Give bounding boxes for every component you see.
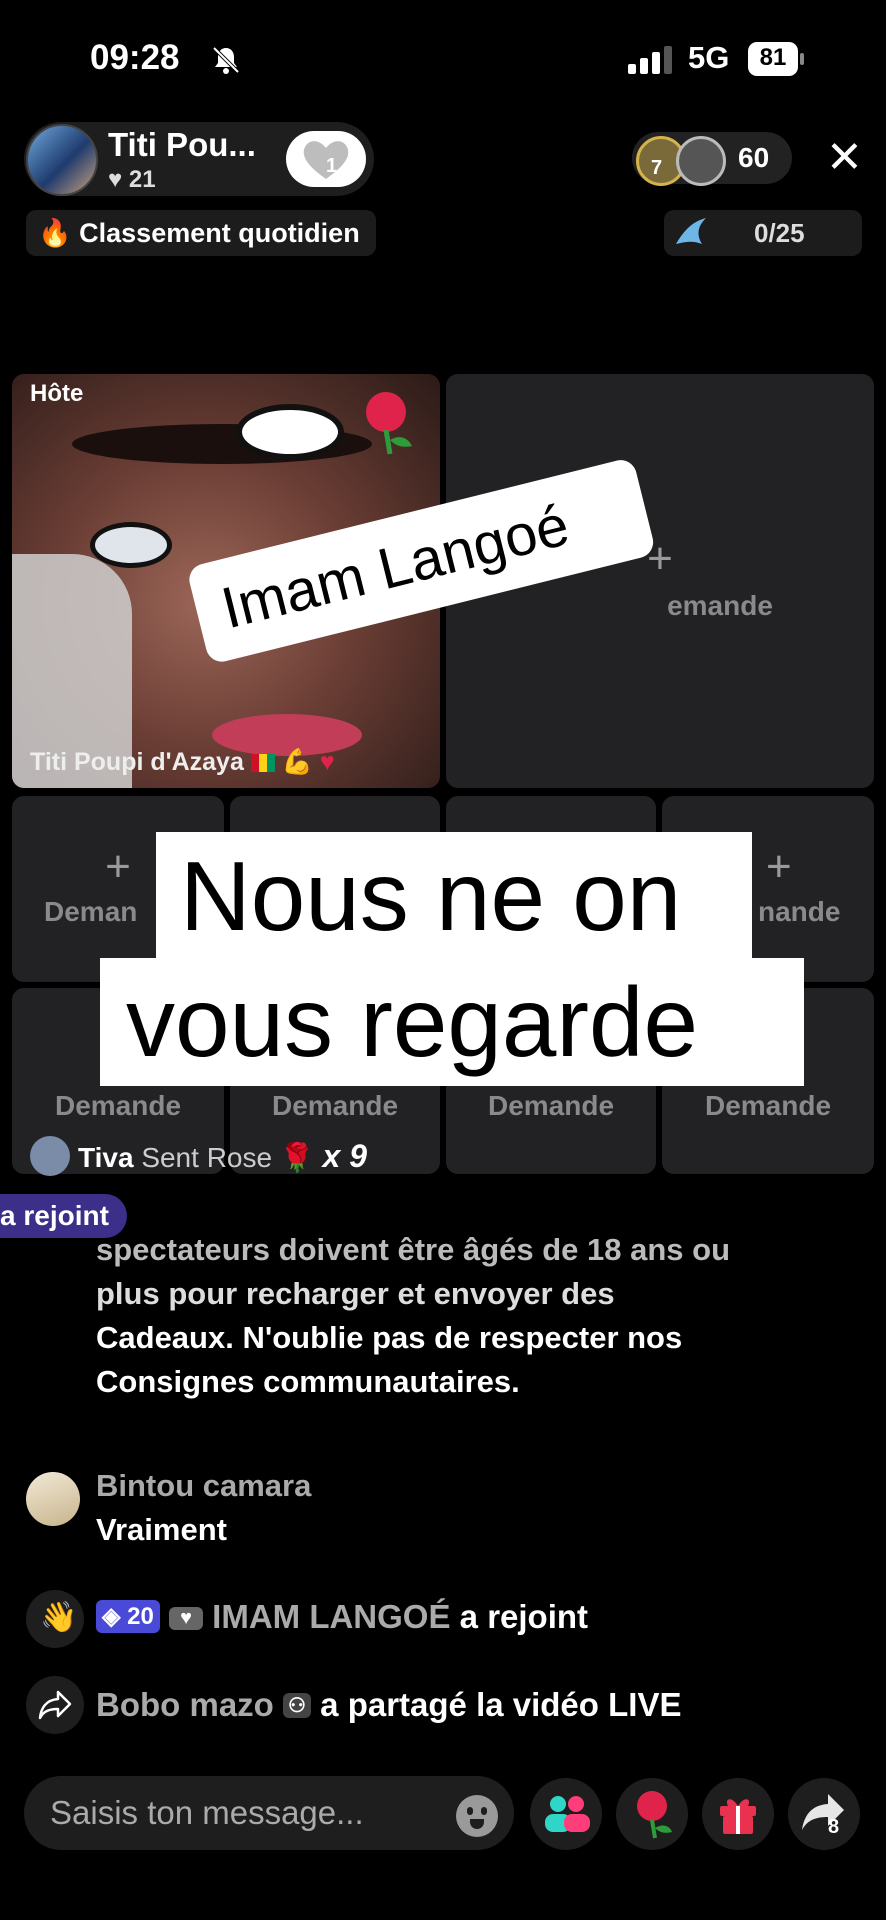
network-type: 5G bbox=[688, 40, 730, 75]
fan-badge-icon: ♥ bbox=[169, 1607, 203, 1630]
emoji-icon[interactable] bbox=[456, 1795, 498, 1837]
flag-icon bbox=[250, 754, 275, 772]
heart-icon: ♥ bbox=[108, 166, 123, 193]
caption-line-2: vous regarde bbox=[100, 958, 804, 1086]
wave-icon: 👋 bbox=[40, 1601, 78, 1634]
join-action: a rejoint bbox=[459, 1598, 589, 1635]
battery-level: 81 bbox=[759, 44, 787, 71]
gift-action: Sent Rose bbox=[141, 1142, 273, 1173]
goal-progress: 0/25 bbox=[754, 218, 805, 248]
share-action: a partagé la vidéo LIVE bbox=[320, 1686, 682, 1723]
signal-icon bbox=[628, 46, 672, 74]
host-name: Titi Pou... bbox=[108, 126, 256, 163]
heart-icon: ♥ bbox=[319, 748, 335, 776]
friends-badge-icon: ⚇ bbox=[283, 1693, 311, 1718]
share-user[interactable]: Bobo mazo bbox=[96, 1686, 274, 1723]
invite-guests-button[interactable] bbox=[530, 1778, 602, 1850]
muscle-icon: 💪 bbox=[281, 748, 313, 776]
level-badge: ◈ 20 bbox=[96, 1600, 160, 1633]
comment-user[interactable]: Bintou camara bbox=[96, 1468, 311, 1504]
gift-sender: Tiva bbox=[78, 1142, 134, 1173]
follow-heart-button[interactable]: 1 bbox=[286, 131, 366, 187]
flame-icon: 🔥 bbox=[38, 218, 72, 248]
host-tile-name: Titi Poupi d'Azaya 💪 ♥ bbox=[30, 748, 335, 776]
host-label: Hôte bbox=[30, 380, 84, 407]
rose-icon bbox=[366, 392, 412, 455]
share-button[interactable]: 8 bbox=[788, 1778, 860, 1850]
join-user[interactable]: IMAM LANGOÉ bbox=[212, 1598, 450, 1635]
follow-count: 1 bbox=[326, 155, 338, 177]
avatar[interactable] bbox=[26, 1472, 80, 1526]
people-icon bbox=[545, 1796, 590, 1832]
gift-multiplier: x 9 bbox=[322, 1138, 367, 1174]
gift-button[interactable] bbox=[702, 1778, 774, 1850]
goal-bird-icon bbox=[676, 218, 706, 244]
share-arrow-icon bbox=[38, 1690, 72, 1720]
host-avatar[interactable] bbox=[26, 124, 98, 196]
share-event: Bobo mazo ⚇ a partagé la vidéo LIVE bbox=[96, 1686, 681, 1724]
viewer-count: 60 bbox=[738, 142, 770, 173]
join-event: ◈ 20 ♥ IMAM LANGOÉ a rejoint bbox=[96, 1598, 588, 1636]
gift-sender-avatar bbox=[30, 1136, 70, 1176]
comment-text: Vraiment bbox=[96, 1512, 227, 1547]
top-viewer-rank: 7 bbox=[651, 157, 663, 179]
rose-gift-button[interactable] bbox=[616, 1778, 688, 1850]
message-placeholder: Saisis ton message... bbox=[50, 1794, 364, 1831]
caption-line-1: Nous ne on bbox=[156, 832, 752, 960]
share-count: 8 bbox=[828, 1816, 840, 1838]
status-time: 09:28 bbox=[90, 38, 180, 77]
rose-icon: 🌹 bbox=[279, 1142, 315, 1173]
battery-icon: 81 bbox=[748, 42, 804, 76]
gift-notice: Tiva Sent Rose 🌹 x 9 bbox=[78, 1138, 367, 1175]
daily-ranking-label: Classement quotidien bbox=[79, 218, 360, 248]
bell-muted-icon bbox=[212, 46, 240, 74]
close-icon[interactable]: ✕ bbox=[826, 136, 863, 180]
system-message: spectateurs doivent être âgés de 18 ans … bbox=[96, 1232, 731, 1399]
share-event-icon bbox=[26, 1676, 84, 1734]
host-likes: ♥ 21 bbox=[108, 166, 156, 194]
daily-ranking-chip[interactable]: 🔥 Classement quotidien bbox=[26, 210, 376, 256]
host-likes-count: 21 bbox=[128, 166, 156, 193]
rose-icon bbox=[637, 1791, 672, 1839]
wave-icon-button[interactable]: 👋 bbox=[26, 1590, 84, 1648]
second-viewer-avatar[interactable] bbox=[676, 136, 726, 186]
gift-icon bbox=[720, 1799, 756, 1834]
